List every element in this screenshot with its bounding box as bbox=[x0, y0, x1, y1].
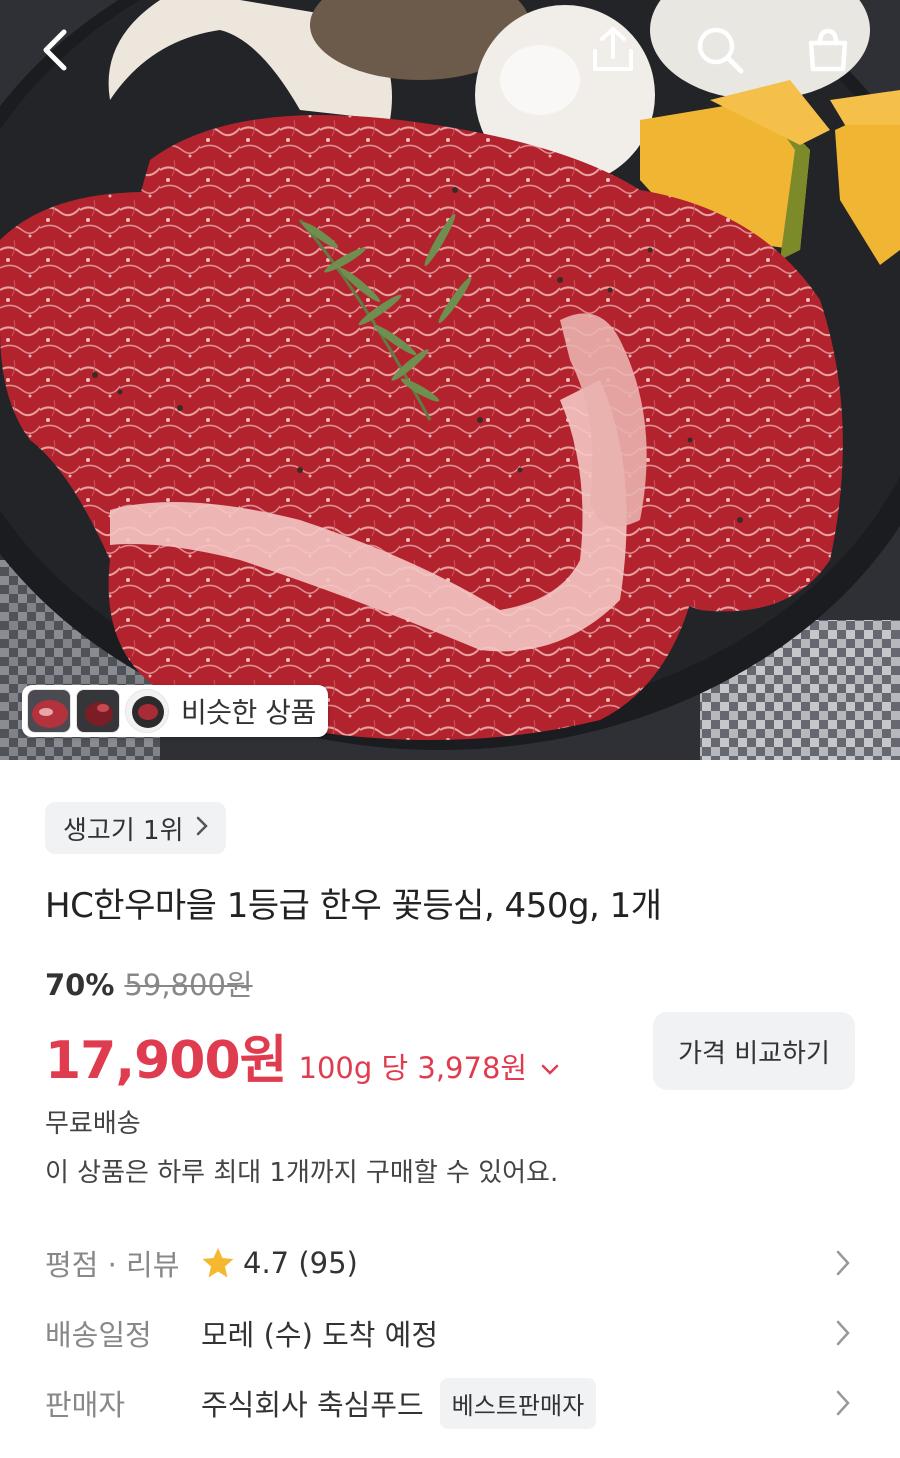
delivery-schedule-row[interactable]: 배송일정 모레 (수) 도착 예정 bbox=[45, 1303, 855, 1363]
chevron-right-icon bbox=[836, 1390, 850, 1416]
product-title: HC한우마을 1등급 한우 꽃등심, 450g, 1개 bbox=[45, 886, 662, 926]
purchase-limit-notice: 이 상품은 하루 최대 1개까지 구매할 수 있어요. bbox=[45, 1158, 559, 1188]
best-seller-badge: 베스트판매자 bbox=[439, 1377, 597, 1429]
search-icon bbox=[697, 27, 744, 74]
similar-products-button[interactable]: 비슷한 상품 bbox=[22, 685, 328, 737]
rating-review-row[interactable]: 평점 · 리뷰 4.7 (95) bbox=[45, 1233, 855, 1293]
star-icon bbox=[202, 1248, 234, 1278]
cart-button[interactable] bbox=[798, 20, 858, 80]
seller-name: 주식회사 축심푸드 bbox=[201, 1388, 424, 1422]
unit-price-toggle[interactable]: 100g 당 3,978원 bbox=[299, 1045, 560, 1087]
seller-label: 판매자 bbox=[45, 1388, 126, 1422]
seller-row[interactable]: 판매자 주식회사 축심푸드 베스트판매자 bbox=[45, 1373, 855, 1433]
category-rank-label: 생고기 1위 bbox=[63, 815, 184, 846]
share-icon bbox=[593, 27, 633, 71]
rating-value: 4.7 (95) bbox=[243, 1246, 358, 1280]
shipping-info: 무료배송 bbox=[45, 1109, 141, 1139]
back-button[interactable] bbox=[26, 20, 86, 80]
shopping-bag-icon bbox=[808, 28, 848, 72]
chevron-down-icon bbox=[541, 1049, 559, 1083]
similar-thumbnail-1 bbox=[27, 689, 71, 733]
unit-price: 100g 당 3,978원 bbox=[298, 1051, 528, 1085]
delivery-value: 모레 (수) 도착 예정 bbox=[201, 1318, 439, 1352]
delivery-label: 배송일정 bbox=[45, 1318, 152, 1352]
similar-thumbnail-3 bbox=[125, 689, 169, 733]
sale-price: 17,900원 bbox=[45, 1031, 288, 1091]
similar-products-label: 비슷한 상품 bbox=[181, 696, 316, 729]
original-price: 59,800원 bbox=[124, 968, 253, 1002]
chevron-right-icon bbox=[836, 1320, 850, 1346]
discount-rate: 70% bbox=[45, 968, 115, 1002]
product-image[interactable]: 비슷한 상품 bbox=[0, 0, 900, 760]
chevron-right-icon bbox=[196, 814, 208, 842]
chevron-right-icon bbox=[836, 1250, 850, 1276]
rating-label: 평점 · 리뷰 bbox=[45, 1248, 180, 1282]
discount-row: 70% 59,800원 bbox=[45, 962, 253, 1004]
category-rank-chip[interactable]: 생고기 1위 bbox=[45, 802, 226, 854]
chevron-left-icon bbox=[43, 29, 67, 71]
steak-photo bbox=[0, 0, 900, 760]
share-button[interactable] bbox=[583, 20, 643, 80]
search-button[interactable] bbox=[690, 20, 750, 80]
price-row: 17,900원 100g 당 3,978원 bbox=[45, 1018, 559, 1093]
compare-price-button[interactable]: 가격 비교하기 bbox=[653, 1012, 855, 1090]
similar-thumbnail-2 bbox=[76, 689, 120, 733]
